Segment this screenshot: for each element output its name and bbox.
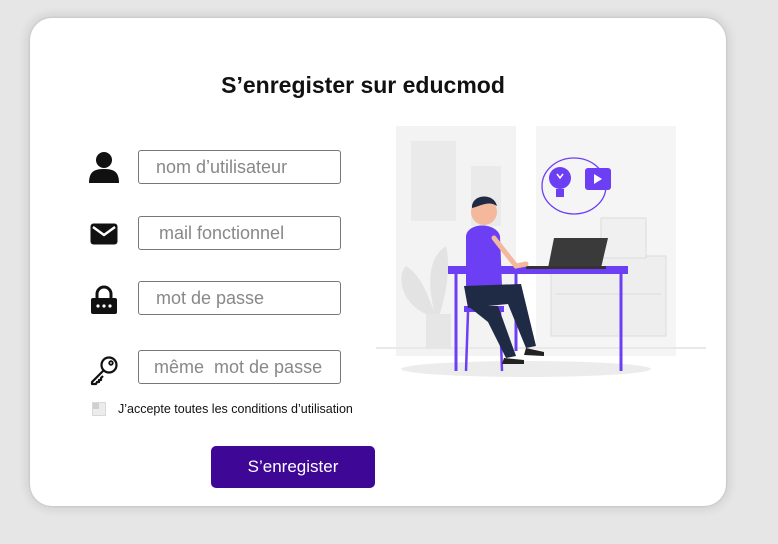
user-icon (86, 150, 122, 186)
lock-icon (86, 282, 122, 318)
password-input[interactable] (138, 281, 341, 315)
signup-card: S’enregister sur educmod nom d’utilisate… (30, 18, 726, 506)
register-button[interactable]: S’enregister (211, 446, 375, 488)
terms-checkbox[interactable] (92, 402, 106, 416)
confirm-password-input[interactable] (138, 350, 341, 384)
key-icon (86, 352, 122, 388)
terms-row: J’accepte toutes les conditions d’utilis… (92, 402, 353, 416)
student-laptop-illustration (376, 126, 706, 377)
username-input[interactable] (138, 150, 341, 184)
page-title: S’enregister sur educmod (221, 72, 505, 98)
email-input[interactable] (138, 216, 341, 250)
mail-icon (86, 216, 122, 252)
terms-label: J’accepte toutes les conditions d’utilis… (118, 402, 353, 416)
